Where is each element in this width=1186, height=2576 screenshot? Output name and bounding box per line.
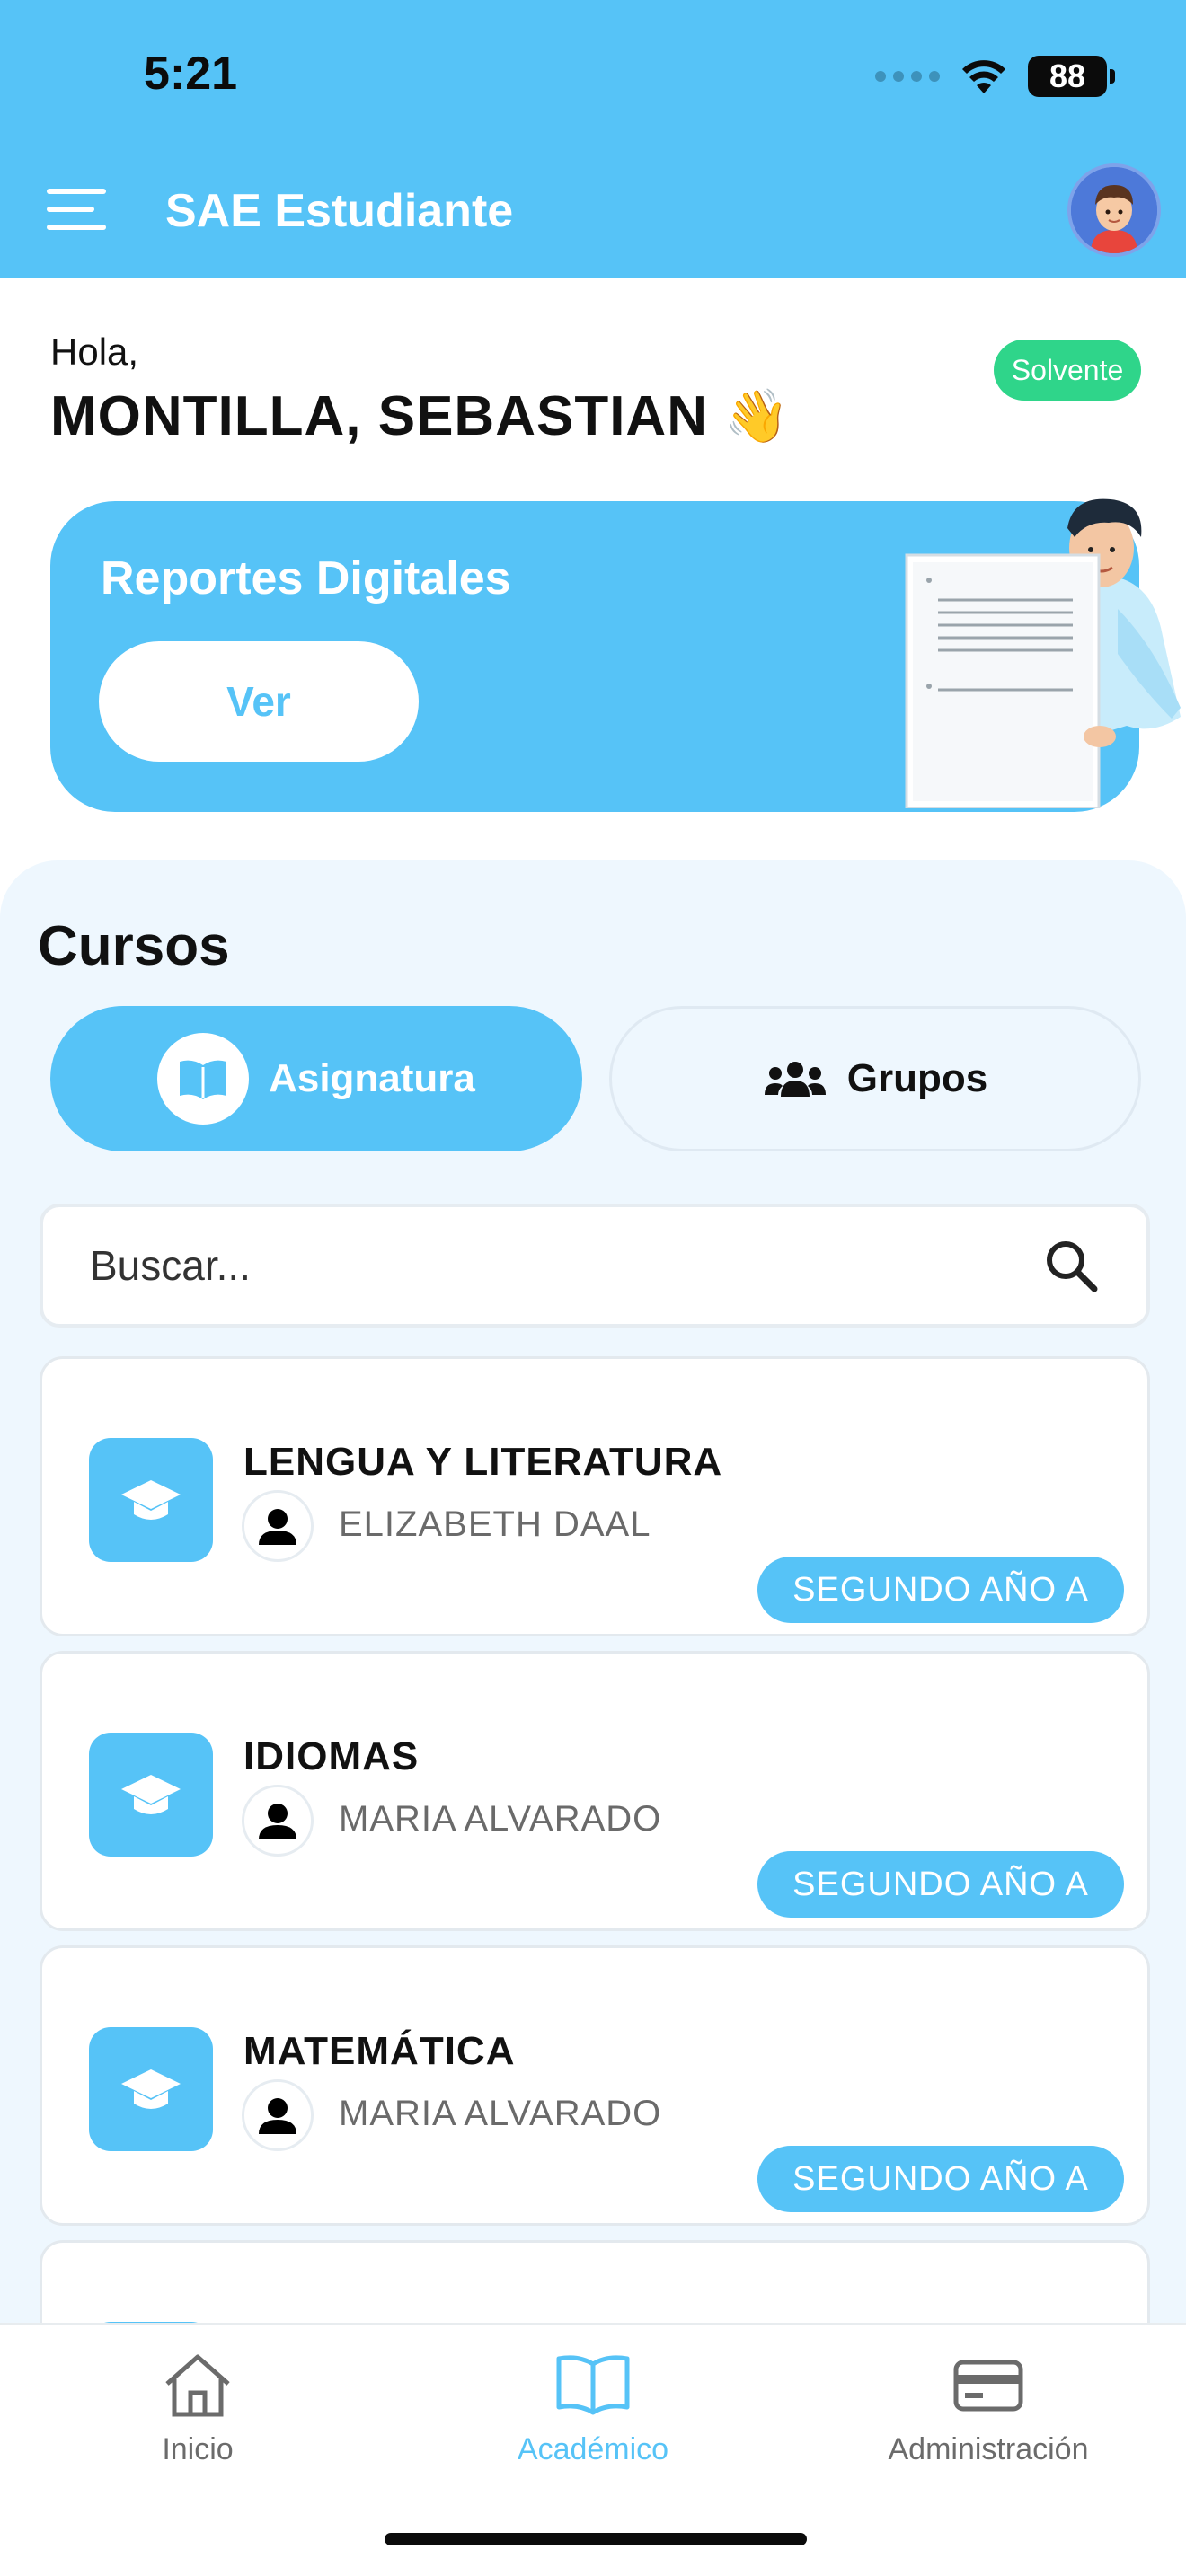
grade-badge: SEGUNDO AÑO A [757, 1557, 1124, 1623]
nav-label-administracion: Administración [888, 2432, 1089, 2466]
reports-banner: Reportes Digitales Ver [50, 498, 1181, 812]
home-indicator [385, 2533, 807, 2545]
teacher-name: ELIZABETH DAAL [339, 1504, 651, 1544]
users-group-icon [764, 1062, 826, 1097]
nav-item-academico[interactable]: Académico [431, 2351, 755, 2467]
teacher-user-icon [242, 1490, 314, 1562]
tab-grupos-label: Grupos [846, 1056, 988, 1100]
app-title: SAE Estudiante [165, 185, 514, 237]
open-book-icon [157, 1033, 250, 1125]
status-badge: Solvente [994, 340, 1141, 401]
nav-item-inicio[interactable]: Inicio [36, 2351, 359, 2467]
home-icon [165, 2354, 230, 2417]
search-bar[interactable]: Buscar... [40, 1204, 1150, 1328]
wifi-icon [962, 60, 1005, 93]
teacher-name: MARIA ALVARADO [339, 2094, 662, 2133]
graduation-cap-icon [89, 1733, 213, 1857]
graduation-cap-icon [89, 2027, 213, 2151]
course-card[interactable]: LENGUA Y LITERATURA ELIZABETH DAAL SEGUN… [40, 1356, 1150, 1636]
grade-badge: SEGUNDO AÑO A [757, 1851, 1124, 1918]
battery-indicator: 88 [1028, 56, 1115, 97]
user-avatar[interactable] [1067, 163, 1161, 257]
courses-title: Cursos [38, 915, 230, 977]
course-name: IDIOMAS [243, 1734, 420, 1778]
search-input[interactable]: Buscar... [90, 1241, 1042, 1290]
nav-label-academico: Académico [517, 2432, 669, 2466]
status-time: 5:21 [144, 48, 238, 100]
menu-icon[interactable] [47, 189, 106, 230]
greeting-hello: Hola, [50, 331, 139, 373]
tab-asignatura[interactable]: Asignatura [50, 1006, 582, 1151]
teacher-name: MARIA ALVARADO [339, 1799, 662, 1839]
teacher-user-icon [242, 2079, 314, 2151]
teacher-user-icon [242, 1785, 314, 1857]
book-icon [556, 2355, 630, 2415]
course-card[interactable]: IDIOMAS MARIA ALVARADO SEGUNDO AÑO A [40, 1651, 1150, 1931]
student-name: MONTILLA, SEBASTIAN [50, 385, 708, 447]
courses-panel: Cursos Asignatura Grupos Buscar... LENGU… [0, 860, 1186, 2520]
waving-hand-icon: 👋 [723, 386, 791, 446]
tab-grupos[interactable]: Grupos [609, 1006, 1141, 1151]
person-with-document-illustration [905, 498, 1181, 808]
search-icon[interactable] [1042, 1237, 1100, 1294]
course-name: LENGUA Y LITERATURA [243, 1440, 723, 1484]
course-card[interactable]: MATEMÁTICA MARIA ALVARADO SEGUNDO AÑO A [40, 1945, 1150, 2226]
student-name-row: MONTILLA, SEBASTIAN 👋 [50, 384, 790, 448]
course-name: MATEMÁTICA [243, 2029, 516, 2073]
nav-item-administracion[interactable]: Administración [827, 2351, 1150, 2467]
graduation-cap-icon [89, 1438, 213, 1562]
avatar-illustration [1071, 167, 1157, 253]
grade-badge: SEGUNDO AÑO A [757, 2146, 1124, 2212]
credit-card-icon [953, 2360, 1023, 2412]
app-header: 5:21 88 SAE Estudiante [0, 0, 1186, 278]
cellular-signal-icon [875, 71, 940, 82]
status-indicators: 88 [875, 56, 1115, 97]
banner-title: Reportes Digitales [101, 552, 511, 604]
tab-asignatura-label: Asignatura [269, 1056, 475, 1100]
nav-label-inicio: Inicio [162, 2432, 234, 2466]
view-reports-button[interactable]: Ver [99, 641, 419, 762]
